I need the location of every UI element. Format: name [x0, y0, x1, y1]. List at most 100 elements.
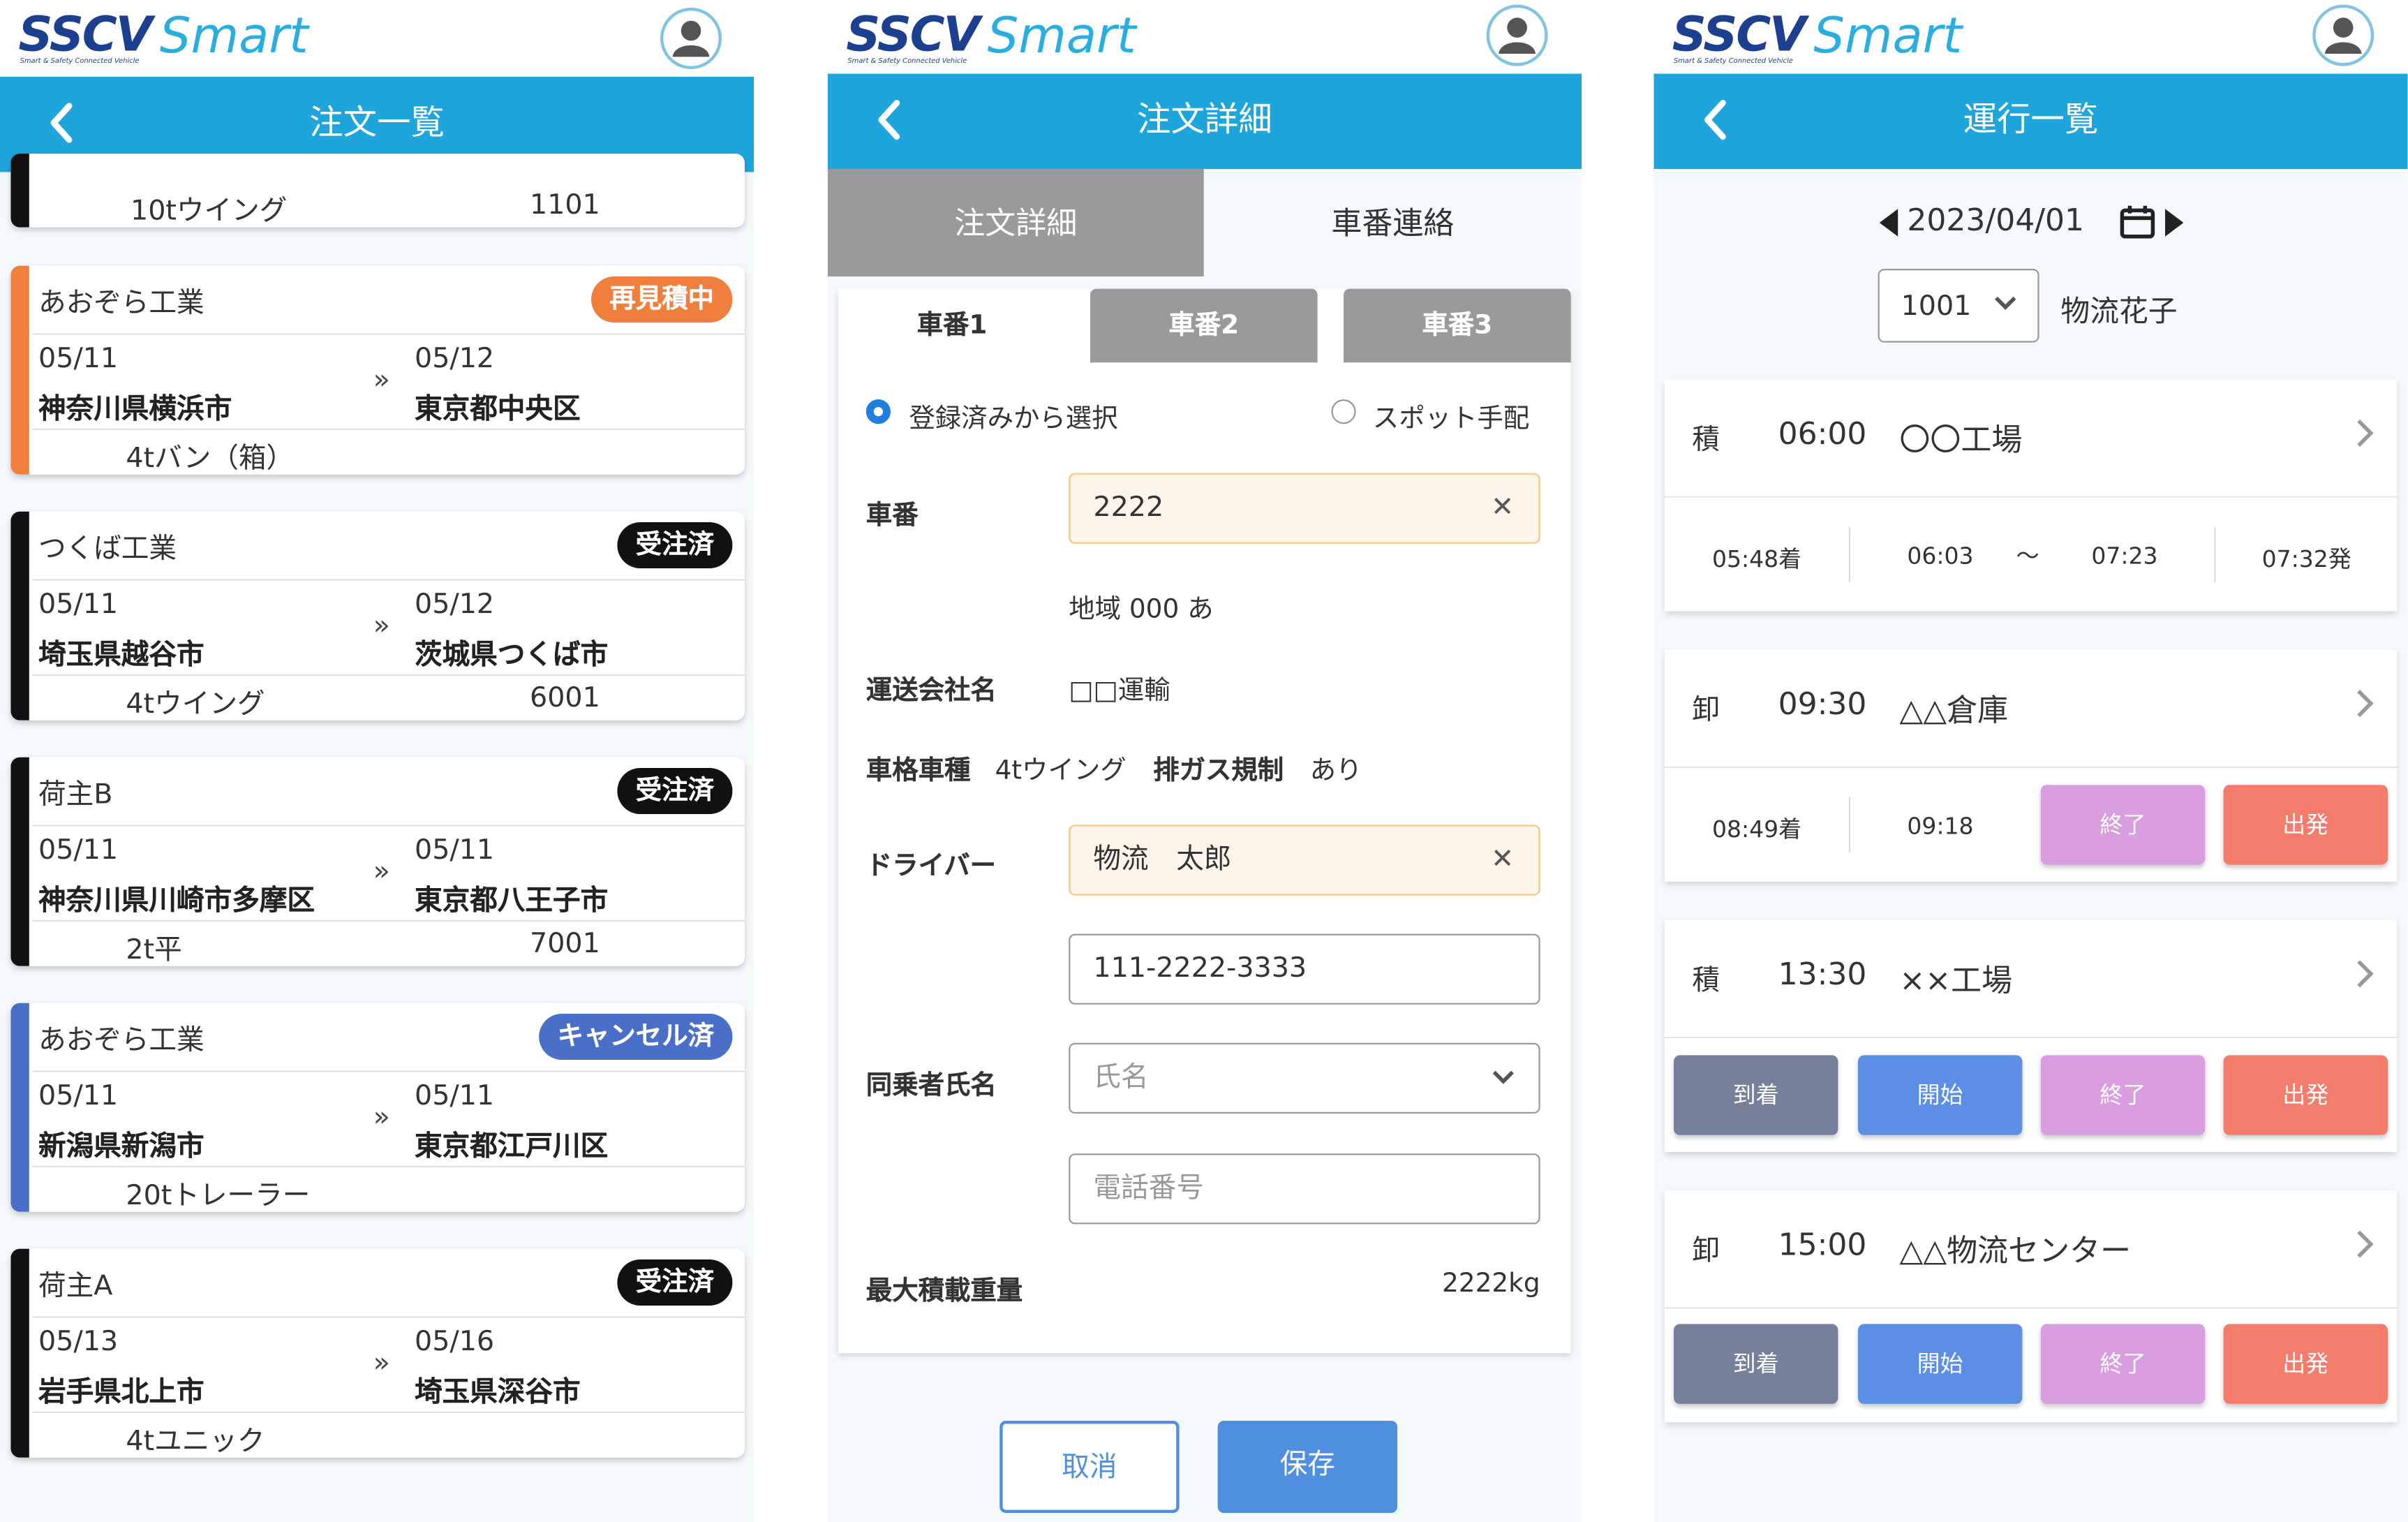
depart-button[interactable]: 出発 — [2223, 785, 2388, 865]
start-button[interactable]: 開始 — [1858, 1055, 2023, 1135]
tab-order-detail[interactable]: 注文詳細 — [827, 169, 1204, 276]
logo-subtext: Smart & Safety Connected Vehicle — [20, 58, 140, 66]
status-badge: 受注済 — [617, 522, 733, 568]
arrive-button[interactable]: 到着 — [1674, 1324, 1838, 1404]
time-range-separator: 〜 — [2016, 542, 2039, 570]
event-card-3[interactable]: 積 13:30 ××工場 到着 開始 終了 出発 — [1664, 919, 2398, 1152]
delivery-date: 05/11 — [415, 834, 495, 866]
event-kind: 積 — [1692, 424, 1720, 457]
event-time: 06:00 — [1778, 415, 1867, 452]
passenger-name-select[interactable]: 氏名 — [1069, 1042, 1540, 1114]
calendar-icon[interactable] — [2119, 202, 2156, 246]
passenger-name-placeholder: 氏名 — [1093, 1061, 1149, 1094]
pickup-date: 05/11 — [38, 588, 119, 621]
passenger-phone-placeholder: 電話番号 — [1093, 1172, 1204, 1204]
clear-icon[interactable]: ✕ — [1491, 827, 1514, 894]
order-card[interactable]: 荷主B 受注済 05/11 神奈川県川崎市多摩区 » 05/11 東京都八王子市 2t平 700… — [10, 757, 745, 966]
chevron-right-icon[interactable] — [2354, 416, 2376, 456]
event-card-4[interactable]: 卸 15:00 △△物流センター 到着 開始 終了 出発 — [1664, 1190, 2398, 1423]
operation-list-panel: SSCV Smart & Safety Connected Vehicle Sm… — [1653, 0, 2408, 1522]
area-text: 地域 000 あ — [1069, 594, 1214, 626]
delivery-date: 05/12 — [415, 588, 495, 621]
driver-phone-input[interactable]: 111-2222-3333 — [1069, 933, 1540, 1005]
event-card-1[interactable]: 積 06:00 〇〇工場 05:48着 06:03 〜 07:23 07:32発 — [1664, 379, 2398, 612]
radio-registered-label: 登録済みから選択 — [909, 404, 1118, 435]
driver-value: 物流 太郎 — [1093, 843, 1232, 875]
order-card[interactable]: つくば工業 受注済 05/11 埼玉県越谷市 » 05/12 茨城県つくば市 4tウイング 60… — [10, 511, 745, 721]
passenger-phone-input[interactable]: 電話番号 — [1069, 1153, 1540, 1225]
pickup-place: 神奈川県横浜市 — [38, 393, 232, 426]
status-badge: 再見積中 — [591, 276, 733, 323]
page-title: 注文一覧 — [309, 104, 445, 143]
page-title: 注文詳細 — [1137, 101, 1272, 140]
cancel-button[interactable]: 取消 — [999, 1421, 1180, 1513]
logo-subtext: Smart & Safety Connected Vehicle — [847, 58, 967, 66]
tab-vehicle-3[interactable]: 車番3 — [1344, 288, 1571, 363]
driver-input[interactable]: 物流 太郎 ✕ — [1069, 825, 1540, 896]
brand-header: SSCV Smart & Safety Connected Vehicle Sm… — [827, 0, 1582, 77]
arrived-time: 08:49着 — [1712, 815, 1802, 843]
tab-vehicle-1[interactable]: 車番1 — [838, 288, 1066, 363]
order-card[interactable]: 荷主A 受注済 05/13 岩手県北上市 » 05/16 埼玉県深谷市 4tユニック — [10, 1248, 745, 1458]
arrived-time: 05:48着 — [1712, 545, 1802, 573]
arrive-button[interactable]: 到着 — [1674, 1055, 1838, 1135]
prev-date-icon[interactable] — [1878, 207, 1900, 244]
delivery-place: 東京都八王子市 — [415, 885, 609, 917]
event-place: △△倉庫 — [1899, 691, 2009, 728]
event-card-2[interactable]: 卸 09:30 △△倉庫 08:49着 09:18 終了 出発 — [1664, 649, 2398, 882]
double-chevron-right-icon: » — [373, 1101, 390, 1134]
save-button[interactable]: 保存 — [1217, 1421, 1397, 1513]
end-button[interactable]: 終了 — [2040, 1324, 2206, 1404]
status-stripe — [10, 265, 29, 475]
radio-registered[interactable] — [865, 399, 891, 424]
start-button[interactable]: 開始 — [1858, 1324, 2023, 1404]
pickup-date: 05/11 — [38, 834, 119, 866]
driver-name: 物流花子 — [2060, 295, 2178, 329]
double-chevron-right-icon: » — [373, 855, 390, 888]
pickup-place: 岩手県北上市 — [38, 1376, 205, 1409]
order-card[interactable]: あおぞら工業 キャンセル済 05/11 新潟県新潟市 » 05/11 東京都江戸川区 20tト… — [10, 1003, 745, 1212]
delivery-place: 埼玉県深谷市 — [415, 1376, 581, 1409]
clear-icon[interactable]: ✕ — [1491, 475, 1514, 542]
logo-text: SSCV — [1672, 8, 1806, 64]
vehicle-code: 1101 — [530, 189, 600, 221]
pickup-place: 埼玉県越谷市 — [38, 639, 205, 672]
company-label: 運送会社名 — [865, 676, 997, 707]
user-avatar-icon[interactable] — [2312, 4, 2374, 66]
pickup-place: 神奈川県川崎市多摩区 — [38, 885, 315, 917]
user-avatar-icon[interactable] — [660, 8, 722, 69]
radio-spot[interactable] — [1331, 399, 1356, 424]
double-chevron-right-icon: » — [373, 1347, 390, 1380]
page-title: 運行一覧 — [1963, 101, 2099, 140]
tab-vehicle-contact[interactable]: 車番連絡 — [1203, 169, 1582, 276]
logo-smart-text: Smart — [159, 6, 309, 65]
event-kind: 卸 — [1692, 694, 1720, 727]
double-chevron-right-icon: » — [373, 364, 390, 397]
chevron-right-icon[interactable] — [2354, 686, 2376, 726]
depart-button[interactable]: 出発 — [2223, 1324, 2388, 1404]
event-time: 13:30 — [1778, 955, 1867, 993]
next-date-icon[interactable] — [2164, 207, 2185, 244]
order-card[interactable]: あおぞら工業 再見積中 05/11 神奈川県横浜市 » 05/12 東京都中央区 4tバン（箱… — [10, 265, 745, 475]
chevron-right-icon[interactable] — [2354, 1227, 2376, 1267]
end-time: 07:23 — [2091, 542, 2158, 570]
user-avatar-icon[interactable] — [1486, 4, 1548, 66]
logo-text: SSCV — [846, 8, 980, 64]
status-stripe — [10, 1003, 29, 1212]
event-kind: 卸 — [1692, 1234, 1720, 1267]
vehicle-select[interactable]: 1001 — [1878, 269, 2039, 343]
depart-button[interactable]: 出発 — [2223, 1055, 2388, 1135]
event-time: 15:00 — [1778, 1225, 1867, 1263]
date-navigator: 2023/04/01 — [1653, 200, 2407, 246]
order-card-partial[interactable]: 10tウイング 1101 — [10, 154, 745, 228]
company-value: □□運輸 — [1069, 676, 1170, 707]
tab-vehicle-2[interactable]: 車番2 — [1090, 288, 1318, 363]
event-place: ××工場 — [1899, 961, 2013, 998]
chevron-down-icon — [1991, 270, 2019, 347]
vehicle-number-input[interactable]: 2222 ✕ — [1069, 473, 1540, 544]
chevron-right-icon[interactable] — [2354, 957, 2376, 997]
end-button[interactable]: 終了 — [2040, 785, 2206, 865]
end-button[interactable]: 終了 — [2040, 1055, 2206, 1135]
delivery-date: 05/11 — [415, 1079, 495, 1112]
title-bar: 注文詳細 — [827, 73, 1582, 169]
